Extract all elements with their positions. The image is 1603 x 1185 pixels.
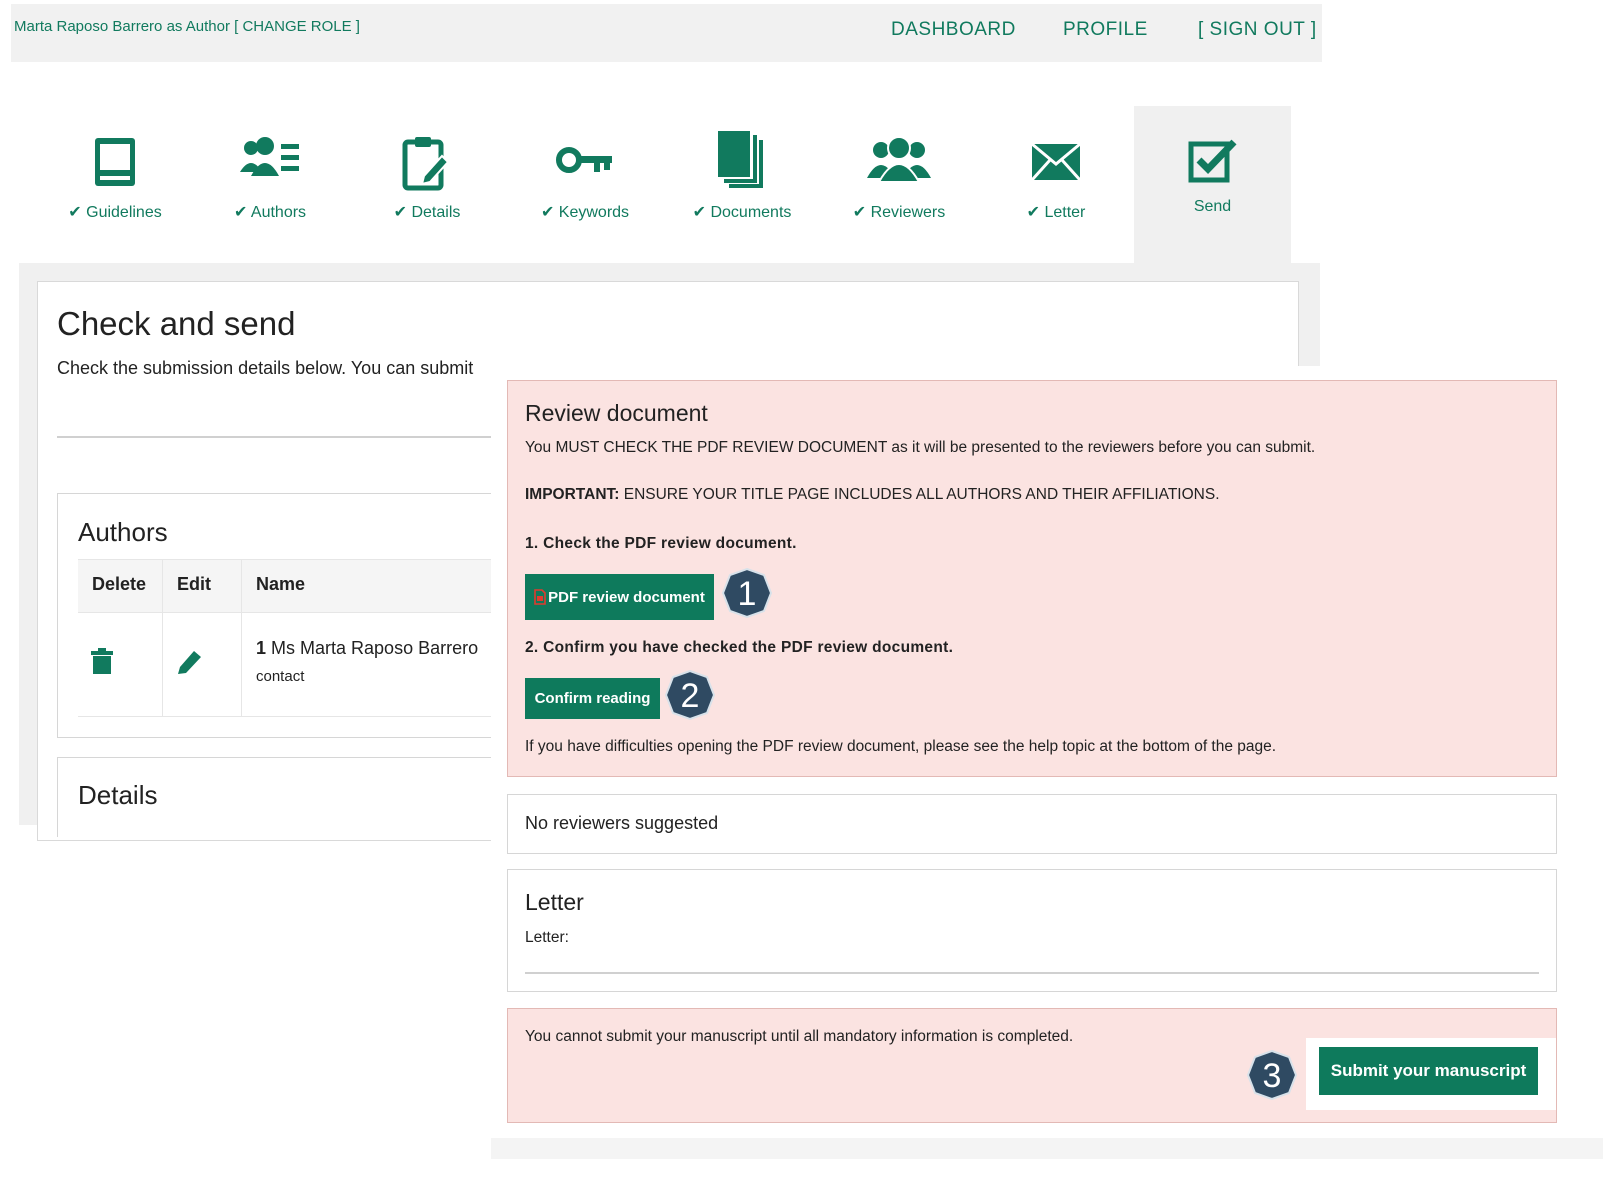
submit-warning: You cannot submit your manuscript until …: [525, 1028, 1074, 1045]
users-list-icon: [240, 137, 299, 176]
step-documents[interactable]: ✔ Documents: [667, 112, 817, 262]
author-number: 1: [256, 638, 267, 658]
step-1-instruction: 1. Check the PDF review document.: [525, 535, 797, 552]
submit-manuscript-button[interactable]: Submit your manuscript: [1319, 1047, 1538, 1095]
details-title: Details: [78, 780, 158, 810]
column-divider: [241, 559, 242, 717]
badge-number: 2: [681, 677, 700, 715]
step-label: ✔ Guidelines: [68, 204, 162, 221]
column-header-name: Name: [256, 574, 306, 594]
column-header-edit: Edit: [177, 574, 211, 594]
authors-title: Authors: [78, 517, 168, 547]
badge-number: 3: [1263, 1057, 1282, 1095]
review-title: Review document: [525, 400, 708, 426]
divider: [57, 436, 497, 438]
check-square-icon: [1188, 139, 1237, 183]
step-keywords[interactable]: ✔ Keywords: [510, 112, 660, 262]
envelope-icon: [1030, 142, 1082, 182]
documents-icon: [718, 131, 763, 188]
step-details[interactable]: ✔ Details: [352, 112, 502, 262]
step-guidelines[interactable]: ✔ Guidelines: [40, 112, 190, 262]
letter-divider: [525, 972, 1539, 974]
page-title: Check and send: [57, 305, 296, 342]
review-instructions: You MUST CHECK THE PDF REVIEW DOCUMENT a…: [525, 439, 1316, 456]
step-label: ✔ Documents: [692, 204, 792, 221]
key-icon: [556, 147, 612, 173]
overlay-footer: [491, 1138, 1603, 1159]
pdf-file-icon: [534, 589, 546, 605]
letter-label: Letter:: [525, 929, 569, 946]
step-label: Send: [1193, 198, 1232, 215]
step-label: ✔ Authors: [233, 204, 307, 221]
important-notice: IMPORTANT: ENSURE YOUR TITLE PAGE INCLUD…: [525, 486, 1220, 504]
step-2-instruction: 2. Confirm you have checked the PDF revi…: [525, 639, 954, 656]
edit-pencil-icon[interactable]: [176, 647, 204, 680]
badge-number: 1: [738, 575, 757, 613]
clipboard-edit-icon: [402, 137, 450, 191]
step-badge-1: 1: [721, 567, 773, 619]
confirm-reading-button[interactable]: Confirm reading: [525, 678, 660, 719]
column-header-delete: Delete: [92, 574, 147, 594]
nav-profile[interactable]: PROFILE: [1063, 19, 1148, 41]
step-label: ✔ Letter: [1026, 204, 1086, 221]
user-role-label[interactable]: Marta Raposo Barrero as Author [ CHANGE …: [14, 18, 360, 35]
help-text: If you have difficulties opening the PDF…: [525, 738, 1277, 755]
step-send[interactable]: Send: [1134, 106, 1291, 263]
author-name: 1 Ms Marta Raposo Barrero: [256, 638, 478, 659]
row-divider: [78, 716, 498, 717]
nav-dashboard[interactable]: DASHBOARD: [891, 19, 1016, 41]
nav-sign-out[interactable]: [ SIGN OUT ]: [1198, 19, 1317, 41]
letter-title: Letter: [525, 889, 584, 915]
pdf-button-label: PDF review document: [548, 588, 705, 606]
author-role: contact: [256, 668, 305, 685]
page-description: Check the submission details below. You …: [57, 358, 474, 378]
author-full-name: Ms Marta Raposo Barrero: [271, 638, 479, 658]
important-text: ENSURE YOUR TITLE PAGE INCLUDES ALL AUTH…: [619, 486, 1220, 503]
step-label: ✔ Reviewers: [852, 204, 946, 221]
book-icon: [95, 138, 135, 186]
step-label: ✔ Details: [393, 204, 461, 221]
delete-icon[interactable]: [91, 648, 113, 679]
step-label: ✔ Keywords: [540, 204, 630, 221]
reviewers-icon: [867, 136, 931, 182]
step-letter[interactable]: ✔ Letter: [981, 112, 1131, 262]
step-authors[interactable]: ✔ Authors: [195, 112, 345, 262]
important-label: IMPORTANT:: [525, 486, 620, 503]
column-divider: [162, 559, 163, 717]
step-badge-2: 2: [664, 669, 716, 721]
reviewers-status: No reviewers suggested: [525, 813, 719, 833]
step-reviewers[interactable]: ✔ Reviewers: [824, 112, 974, 262]
step-badge-3: 3: [1246, 1049, 1298, 1101]
pdf-review-document-button[interactable]: PDF review document: [525, 574, 714, 620]
